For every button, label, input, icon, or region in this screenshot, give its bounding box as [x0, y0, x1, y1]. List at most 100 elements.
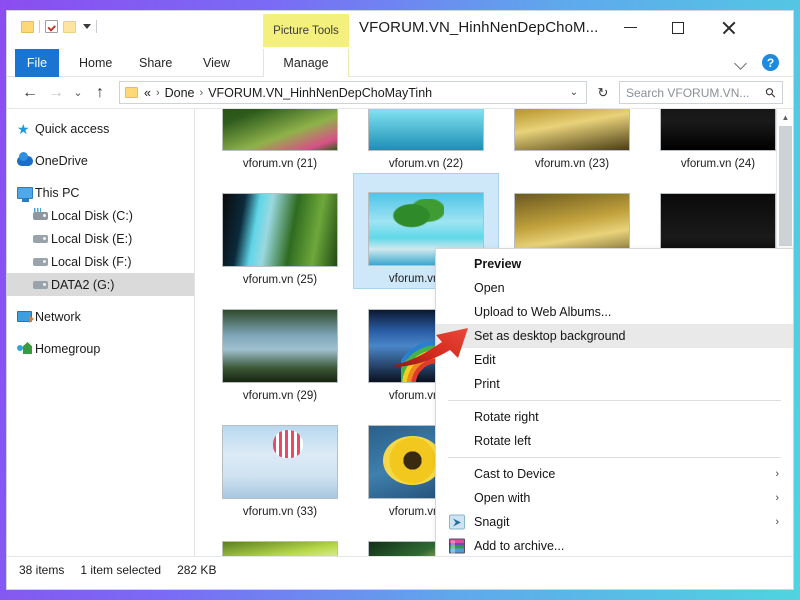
- scrollbar-thumb[interactable]: [779, 126, 792, 246]
- close-button[interactable]: [705, 11, 751, 44]
- tab-file[interactable]: File: [15, 49, 59, 77]
- menu-item-cast-to-device[interactable]: Cast to Device ›: [436, 462, 793, 486]
- chevron-down-icon[interactable]: [83, 24, 91, 29]
- tab-home[interactable]: Home: [65, 49, 126, 77]
- thumbnail-image: [223, 426, 337, 498]
- file-thumbnail: [368, 109, 484, 151]
- sidebar-item-network[interactable]: Network: [7, 305, 194, 328]
- file-tile[interactable]: vforum.vn (22): [353, 109, 499, 173]
- star-icon: ★: [17, 120, 30, 137]
- sidebar-item-label: OneDrive: [35, 153, 88, 168]
- file-thumbnail: [222, 425, 338, 499]
- navigation-pane: ★ Quick access OneDrive This PC Local Disk (…: [7, 109, 195, 556]
- file-thumbnail: [222, 309, 338, 383]
- file-tile[interactable]: vforum.vn (21): [207, 109, 353, 173]
- maximize-button[interactable]: [655, 11, 701, 44]
- refresh-button[interactable]: ↻: [593, 81, 613, 104]
- sidebar-item-onedrive[interactable]: OneDrive: [7, 149, 194, 172]
- checkbox-icon[interactable]: [45, 20, 58, 33]
- menu-item-label: Preview: [474, 257, 522, 271]
- winrar-icon: [449, 538, 465, 554]
- folder-icon: [125, 87, 138, 98]
- menu-item-open-with[interactable]: Open with ›: [436, 486, 793, 510]
- menu-item-snagit[interactable]: Snagit ›: [436, 510, 793, 534]
- file-tile[interactable]: vforum.vn (25): [207, 173, 353, 289]
- address-bar: ← → ⌄ ↑ « › Done › VFORUM.VN_HinhNenDepC…: [7, 77, 793, 109]
- folder-icon[interactable]: [21, 20, 34, 33]
- address-input[interactable]: « › Done › VFORUM.VN_HinhNenDepChoMayTin…: [119, 81, 587, 104]
- network-icon: [17, 309, 34, 325]
- properties-folder-icon[interactable]: [63, 20, 76, 33]
- menu-item-label: Open: [474, 281, 505, 295]
- menu-item-upload-to-web-albums[interactable]: Upload to Web Albums...: [436, 300, 793, 324]
- recent-locations-button[interactable]: ⌄: [69, 80, 87, 106]
- menu-separator: [448, 457, 781, 458]
- thumbnail-image: [661, 109, 775, 150]
- file-tile[interactable]: vforum.vn (33): [207, 405, 353, 521]
- divider: [39, 20, 40, 33]
- menu-item-rotate-right[interactable]: Rotate right: [436, 405, 793, 429]
- sidebar-item-label: Homegroup: [35, 341, 101, 356]
- file-thumbnail: [222, 109, 338, 151]
- drive-icon: [33, 254, 50, 270]
- tab-view[interactable]: View: [189, 49, 244, 77]
- sidebar-item-quick-access[interactable]: ★ Quick access: [7, 117, 194, 140]
- help-icon[interactable]: ?: [762, 54, 779, 71]
- file-tile[interactable]: vforum.vn (23): [499, 109, 645, 173]
- back-button[interactable]: ←: [17, 80, 43, 106]
- menu-item-edit[interactable]: Edit: [436, 348, 793, 372]
- tab-share[interactable]: Share: [125, 49, 186, 77]
- forward-button[interactable]: →: [43, 80, 69, 106]
- scroll-up-button[interactable]: ▲: [777, 109, 793, 126]
- snagit-icon: [449, 514, 465, 530]
- file-thumbnail: [660, 109, 776, 151]
- file-tile[interactable]: vforum.vn (29): [207, 289, 353, 405]
- sidebar-item-local-disk-c[interactable]: Local Disk (C:): [7, 204, 194, 227]
- menu-item-label: Set as desktop background: [474, 329, 626, 343]
- sidebar-item-homegroup[interactable]: Homegroup: [7, 337, 194, 360]
- chevron-down-icon[interactable]: [735, 56, 749, 70]
- sidebar-item-data2-g[interactable]: DATA2 (G:): [7, 273, 194, 296]
- file-explorer-window: Picture Tools VFORUM.VN_HinhNenDepChoM..…: [6, 10, 794, 590]
- sidebar-item-label: This PC: [35, 185, 80, 200]
- drive-icon: [33, 231, 50, 247]
- tab-manage[interactable]: Manage: [263, 49, 349, 77]
- drive-system-icon: [33, 207, 50, 224]
- menu-item-open[interactable]: Open: [436, 276, 793, 300]
- up-button[interactable]: ↑: [87, 80, 113, 106]
- file-name-label: vforum.vn (33): [242, 506, 318, 518]
- thumbnail-image: [223, 542, 337, 556]
- file-name-label: vforum.vn (29): [242, 390, 318, 402]
- breadcrumb-separator: ›: [155, 86, 160, 99]
- status-selection: 1 item selected: [80, 562, 162, 577]
- breadcrumb-done[interactable]: Done: [165, 86, 195, 100]
- file-tile[interactable]: vforum.vn (24): [645, 109, 791, 173]
- chevron-right-icon: ›: [775, 516, 779, 528]
- menu-item-label: Rotate left: [474, 434, 531, 448]
- search-input[interactable]: Search VFORUM.VN... ⚲: [619, 81, 783, 104]
- menu-item-add-to-archive[interactable]: Add to archive...: [436, 534, 793, 556]
- breadcrumb-current-folder[interactable]: VFORUM.VN_HinhNenDepChoMayTinh: [208, 86, 432, 100]
- menu-item-print[interactable]: Print: [436, 372, 793, 396]
- file-thumbnail: [514, 109, 630, 151]
- file-tile[interactable]: vforum.vn (37): [207, 521, 353, 556]
- menu-item-set-as-desktop-background[interactable]: Set as desktop background: [436, 324, 793, 348]
- menu-item-preview[interactable]: Preview: [436, 252, 793, 276]
- menu-item-label: Open with: [474, 491, 531, 505]
- sidebar-item-label: Network: [35, 309, 81, 324]
- minimize-button[interactable]: [607, 11, 653, 44]
- menu-item-label: Snagit: [474, 515, 510, 529]
- sidebar-item-this-pc[interactable]: This PC: [7, 181, 194, 204]
- chevron-down-icon[interactable]: ⌄: [566, 87, 582, 98]
- drive-icon: [33, 277, 50, 293]
- pc-icon: [17, 185, 34, 202]
- menu-item-label: Cast to Device: [474, 467, 556, 481]
- sidebar-item-local-disk-e[interactable]: Local Disk (E:): [7, 227, 194, 250]
- file-name-label: vforum.vn (23): [534, 158, 610, 170]
- sidebar-item-label: Local Disk (F:): [51, 254, 132, 269]
- status-item-count: 38 items: [19, 562, 65, 577]
- sidebar-item-local-disk-f[interactable]: Local Disk (F:): [7, 250, 194, 273]
- menu-item-rotate-left[interactable]: Rotate left: [436, 429, 793, 453]
